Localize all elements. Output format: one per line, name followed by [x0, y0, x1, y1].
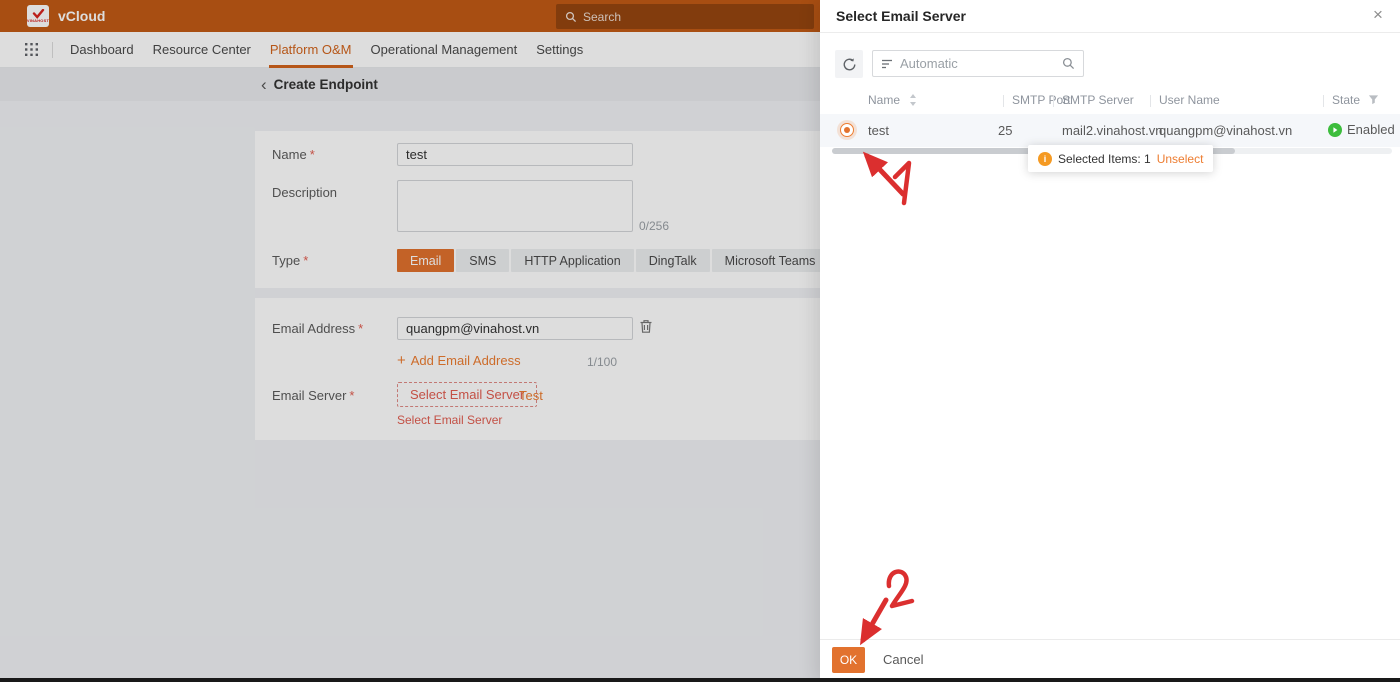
column-smtp-server: SMTP Server	[1062, 93, 1134, 107]
close-icon[interactable]: ×	[1368, 5, 1388, 25]
table-header: Name SMTP Port SMTP Server User Name Sta…	[820, 87, 1400, 114]
filter-funnel-icon[interactable]	[1368, 94, 1379, 105]
selection-count-text: Selected Items: 1	[1058, 151, 1151, 166]
cell-smtp-port: 25	[998, 123, 1013, 138]
column-state: State	[1332, 93, 1361, 107]
row-radio-selected[interactable]	[840, 123, 854, 137]
table-row[interactable]: test 25 mail2.vinahost.vn quangpm@vinaho…	[820, 114, 1400, 147]
column-divider	[1003, 95, 1004, 107]
refresh-button[interactable]	[835, 50, 863, 78]
column-divider	[1323, 95, 1324, 107]
column-user-name: User Name	[1159, 93, 1220, 107]
cell-user-name: quangpm@vinahost.vn	[1159, 123, 1293, 138]
ok-button[interactable]: OK	[832, 647, 865, 673]
unselect-link[interactable]: Unselect	[1157, 152, 1204, 166]
cell-smtp-server: mail2.vinahost.vn	[1062, 123, 1163, 138]
drawer-header: Select Email Server ×	[820, 0, 1400, 33]
drawer-mask[interactable]	[0, 0, 820, 682]
drawer-title: Select Email Server	[836, 8, 966, 24]
screen-bottom-edge	[0, 678, 1400, 682]
server-search-input[interactable]	[900, 56, 1055, 71]
column-divider	[1150, 95, 1151, 107]
column-name[interactable]: Name	[868, 93, 900, 107]
footer-divider	[820, 639, 1400, 640]
cell-name: test	[868, 123, 889, 138]
search-icon[interactable]	[1062, 57, 1075, 70]
cancel-button[interactable]: Cancel	[883, 652, 923, 667]
filter-lines-icon	[881, 59, 893, 69]
state-badge: Enabled	[1328, 122, 1395, 137]
server-search-box	[872, 50, 1084, 77]
enabled-state-icon	[1328, 122, 1342, 137]
info-icon: i	[1038, 151, 1052, 166]
selection-tooltip: i Selected Items: 1 Unselect	[1028, 145, 1214, 172]
column-divider	[1053, 95, 1054, 107]
sort-icon[interactable]	[909, 94, 917, 106]
select-email-server-drawer: Select Email Server × Name SMTP Port SMT…	[820, 0, 1400, 682]
